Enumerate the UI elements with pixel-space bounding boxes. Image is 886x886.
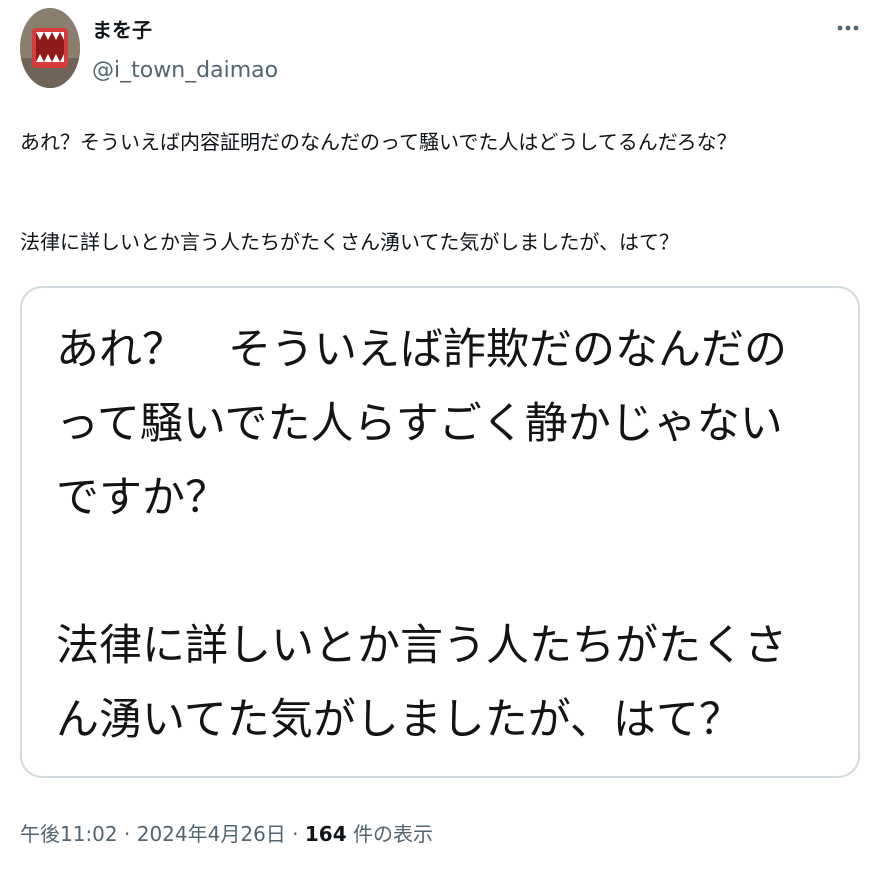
- user-handle[interactable]: @i_town_daimao: [92, 58, 278, 84]
- views-label: 件の表示: [346, 822, 433, 846]
- tweet-meta: 午後11:02 · 2024年4月26日 · 164 件の表示: [20, 820, 433, 848]
- meta-separator: ·: [285, 822, 305, 846]
- media-card[interactable]: あれ？ そういえば詐欺だのなんだの って騒いでた人らすごく静かじゃない ですか？…: [20, 286, 860, 778]
- media-text-line: 法律に詳しいとか言う人たちがたくさ: [56, 621, 787, 671]
- display-name[interactable]: まを子: [92, 18, 152, 42]
- media-text-line: ん湧いてた気がしましたが、はて？: [56, 695, 742, 745]
- tweet-text-line: 法律に詳しいとか言う人たちがたくさん湧いてた気がしましたが、はて？: [20, 230, 679, 254]
- timestamp-link[interactable]: 午後11:02 · 2024年4月26日: [20, 822, 286, 846]
- meta-separator: ·: [117, 822, 137, 846]
- media-text-line: って騒いでた人らすごく静かじゃない: [56, 399, 783, 449]
- avatar-image: [20, 8, 80, 88]
- more-horizontal-icon[interactable]: [832, 14, 864, 42]
- avatar[interactable]: [20, 8, 80, 88]
- tweet-text-line: あれ？そういえば内容証明だのなんだのって騒いでた人はどうしてるんだろな？: [20, 130, 737, 154]
- tweet-date: 2024年4月26日: [136, 822, 286, 846]
- media-text-line: あれ？ そういえば詐欺だのなんだの: [56, 325, 787, 375]
- views-count: 164: [304, 822, 347, 846]
- media-text-line: ですか？: [56, 473, 228, 523]
- tweet-time: 午後11:02: [20, 822, 118, 846]
